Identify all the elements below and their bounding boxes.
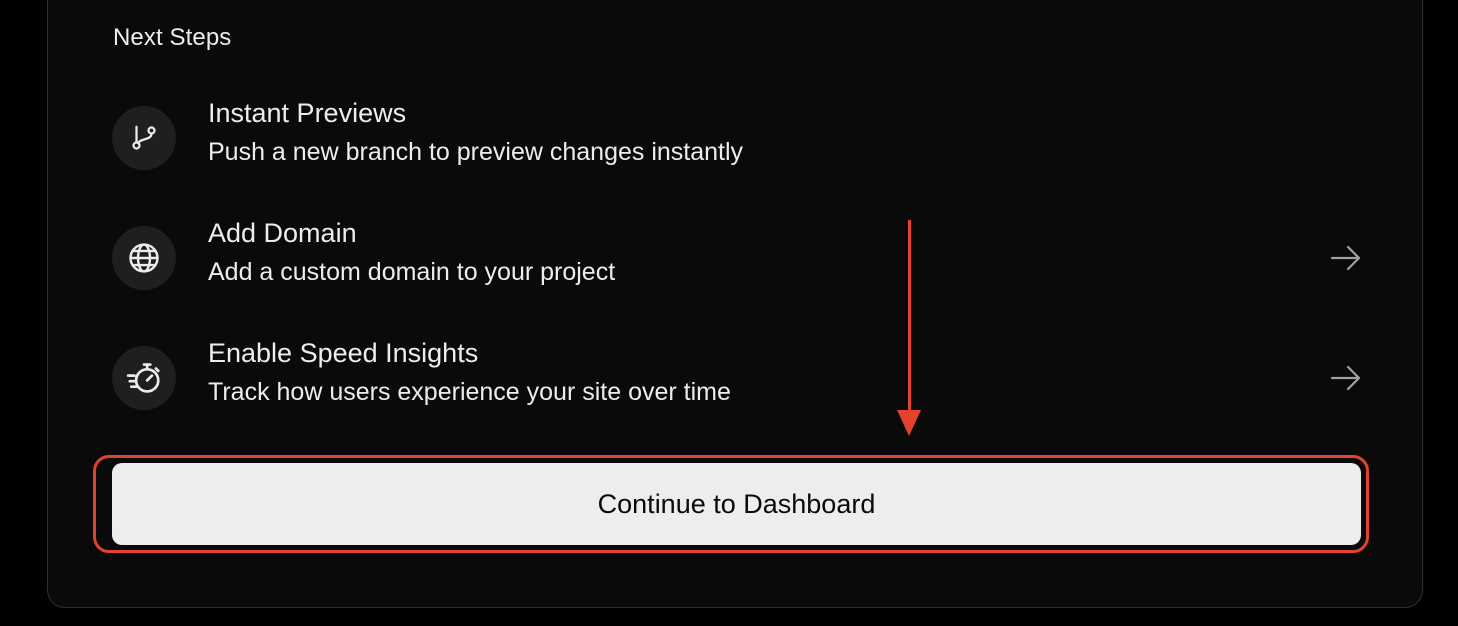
- step-title: Enable Speed Insights: [208, 338, 479, 368]
- step-title: Instant Previews: [208, 98, 407, 128]
- step-instant-previews: Instant Previews Push a new branch to pr…: [112, 98, 1362, 178]
- annotation-arrow-line: [908, 220, 911, 412]
- step-description: Track how users experience your site ove…: [208, 378, 731, 406]
- step-description: Push a new branch to preview changes ins…: [208, 138, 744, 166]
- annotation-arrow-head: [897, 410, 921, 436]
- arrow-right-icon[interactable]: [1330, 244, 1362, 272]
- arrow-right-icon[interactable]: [1330, 364, 1362, 392]
- stopwatch-icon: [112, 346, 176, 410]
- continue-to-dashboard-button[interactable]: Continue to Dashboard: [112, 463, 1361, 545]
- step-title: Add Domain: [208, 218, 357, 248]
- globe-icon: [112, 226, 176, 290]
- step-enable-speed-insights[interactable]: Enable Speed Insights Track how users ex…: [112, 338, 1362, 418]
- step-description: Add a custom domain to your project: [208, 258, 616, 286]
- git-branch-icon: [112, 106, 176, 170]
- section-title: Next Steps: [113, 24, 232, 51]
- step-add-domain[interactable]: Add Domain Add a custom domain to your p…: [112, 218, 1362, 298]
